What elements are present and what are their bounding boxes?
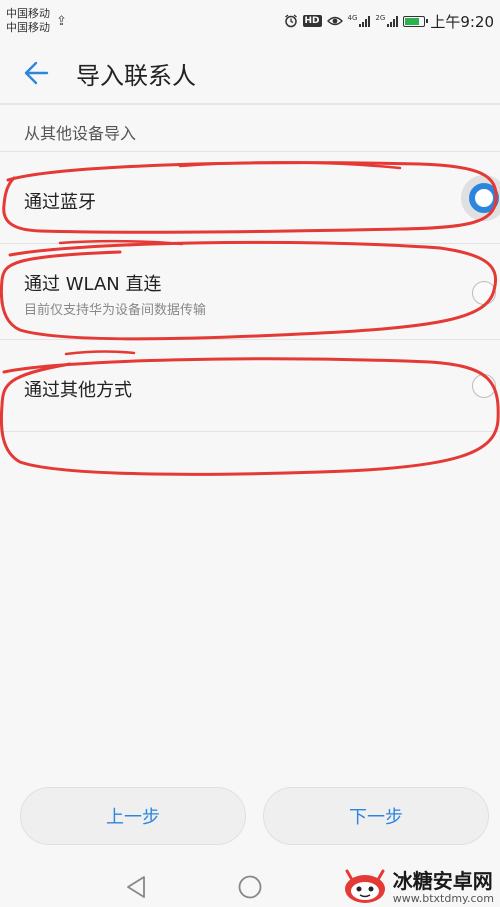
clock: 上午9:20 <box>430 12 494 31</box>
option-title: 通过蓝牙 <box>24 192 96 213</box>
radio-bluetooth[interactable] <box>469 183 499 213</box>
radio-other-methods[interactable] <box>472 374 496 398</box>
circle-home-icon[interactable] <box>237 874 263 900</box>
option-title: 通过其他方式 <box>24 380 132 401</box>
carrier-list: 中国移动 中国移动 <box>6 7 50 35</box>
watermark-logo-icon <box>344 869 385 903</box>
screen: 中国移动 中国移动 ⇪ HD 4G 2G 上午9:20 导入联系人 从其他设备导… <box>0 0 500 907</box>
hd-badge: HD <box>302 15 322 27</box>
option-wlan-direct[interactable]: 通过 WLAN 直连 目前仅支持华为设备间数据传输 <box>0 244 500 340</box>
arrow-left-icon <box>24 61 49 85</box>
carrier-2: 中国移动 <box>6 21 50 34</box>
prev-step-button[interactable]: 上一步 <box>20 787 246 845</box>
page-title: 导入联系人 <box>76 61 196 90</box>
divider <box>0 103 500 105</box>
carriers: 中国移动 中国移动 ⇪ <box>6 7 67 35</box>
watermark: 冰糖安卓网 www.btxtdmy.com <box>343 869 494 905</box>
signal-4g-icon: 4G <box>348 15 371 27</box>
watermark-text: 冰糖安卓网 www.btxtdmy.com <box>393 870 494 905</box>
status-bar: 中国移动 中国移动 ⇪ HD 4G 2G 上午9:20 <box>0 0 500 42</box>
usb-icon: ⇪ <box>56 13 67 29</box>
option-subtitle: 目前仅支持华为设备间数据传输 <box>24 303 207 318</box>
radio-wlan-direct[interactable] <box>472 281 496 305</box>
back-button[interactable] <box>16 53 56 93</box>
watermark-url: www.btxtdmy.com <box>392 891 494 905</box>
battery-icon <box>403 15 429 27</box>
title-bar: 导入联系人 <box>0 42 500 104</box>
net-type-2: 2G <box>375 14 386 22</box>
alarm-icon <box>284 14 297 28</box>
option-title: 通过 WLAN 直连 <box>24 274 162 295</box>
option-bluetooth[interactable]: 通过蓝牙 <box>0 152 500 244</box>
carrier-1: 中国移动 <box>6 7 50 20</box>
net-type-1: 4G <box>347 14 358 22</box>
signal-2g-icon: 2G <box>375 14 399 27</box>
eye-icon <box>326 16 343 26</box>
next-step-button[interactable]: 下一步 <box>263 787 489 845</box>
watermark-title: 冰糖安卓网 <box>392 868 493 893</box>
triangle-back-icon[interactable] <box>125 875 147 899</box>
section-header: 从其他设备导入 <box>24 124 137 143</box>
status-icons: HD 4G 2G 上午9:20 <box>284 11 494 32</box>
option-other-methods[interactable]: 通过其他方式 <box>0 340 500 432</box>
